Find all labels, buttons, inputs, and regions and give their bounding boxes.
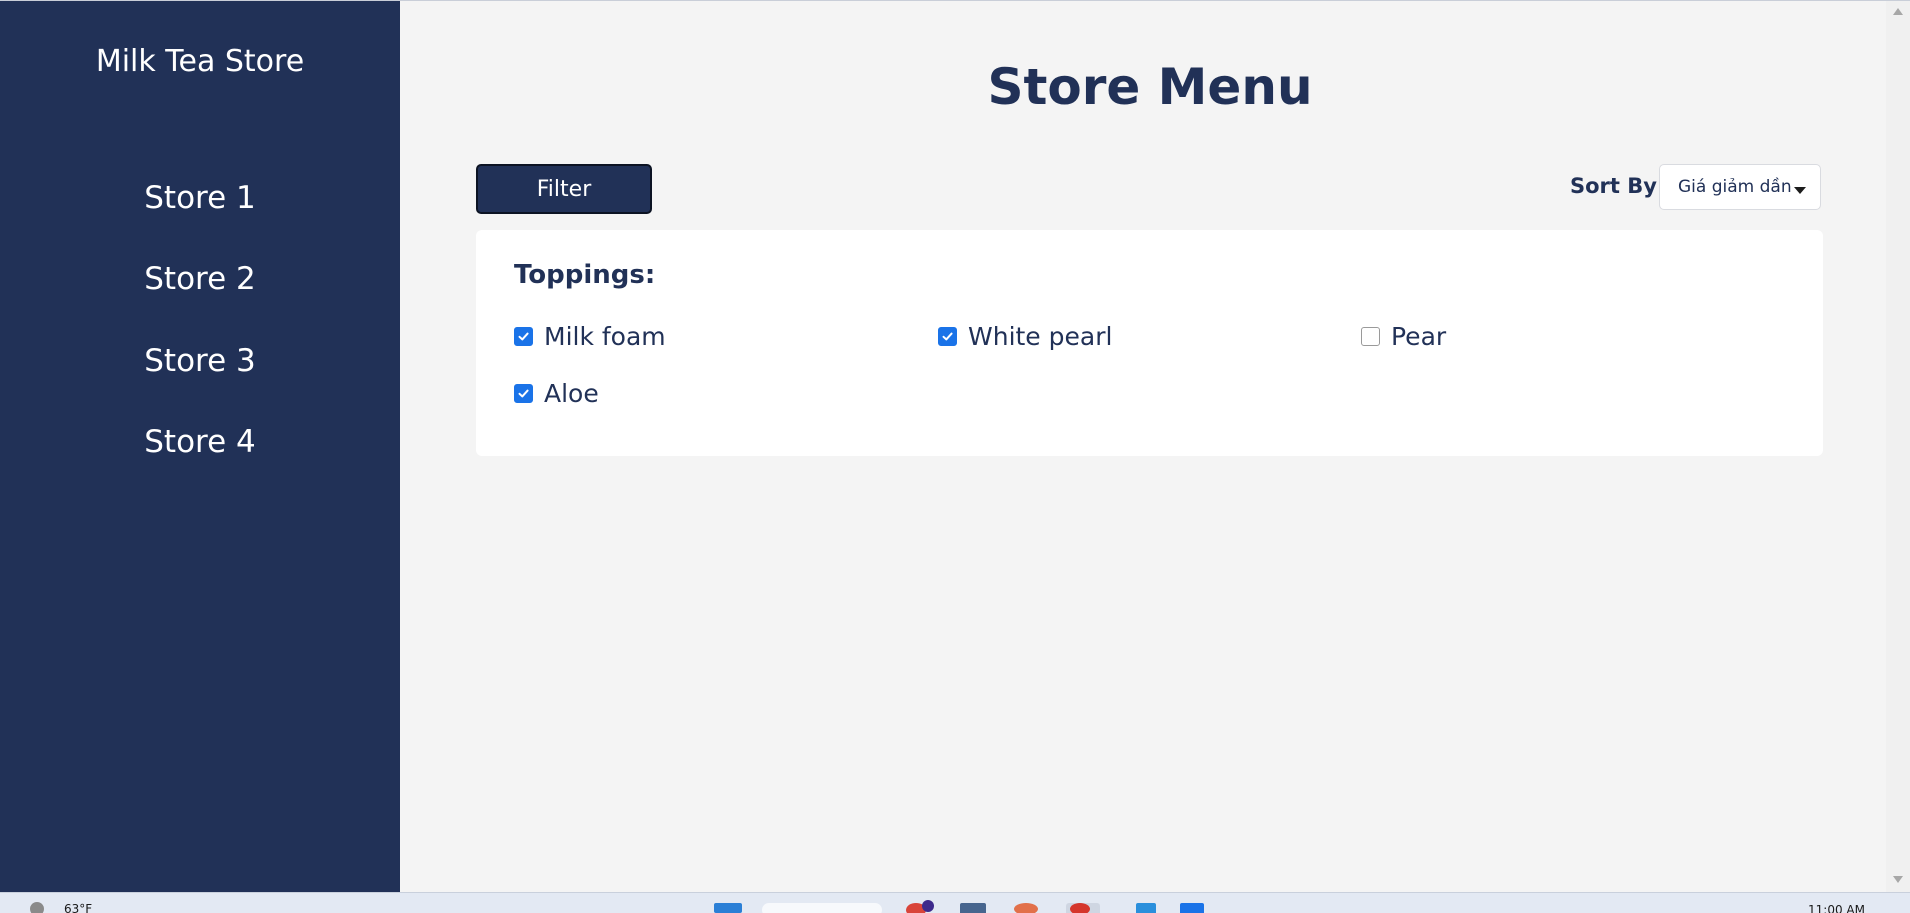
scroll-down-arrow-icon[interactable] [1893,876,1903,883]
checkbox[interactable] [1361,327,1380,346]
filter-button-label: Filter [536,176,592,202]
caret-down-icon [1794,187,1806,194]
window-top-border [0,0,1910,1]
checkbox[interactable] [514,384,533,403]
filter-button[interactable]: Filter [476,164,652,214]
sort-by-label: Sort By [1570,174,1657,198]
vertical-scrollbar[interactable] [1886,0,1910,892]
scroll-up-arrow-icon[interactable] [1893,8,1903,15]
main-content: Store Menu Filter Sort By Giá giảm dần T… [400,0,1886,892]
sort-select[interactable]: Giá giảm dần [1659,164,1821,210]
topping-label: Milk foam [544,322,666,351]
topping-label: White pearl [968,322,1113,351]
page-title: Store Menu [987,58,1313,116]
toppings-heading: Toppings: [514,260,656,290]
sidebar-item-store-1[interactable]: Store 1 [0,180,400,216]
sidebar: Milk Tea Store Store 1 Store 2 Store 3 S… [0,0,400,892]
topping-option-white-pearl[interactable]: White pearl [938,322,1112,351]
sidebar-item-store-4[interactable]: Store 4 [0,424,400,460]
sidebar-item-store-2[interactable]: Store 2 [0,261,400,297]
os-taskbar: 63°F 11:00 AM [0,892,1910,913]
weather-temperature: 63°F [64,902,93,913]
topping-option-pear[interactable]: Pear [1361,322,1446,351]
topping-option-aloe[interactable]: Aloe [514,379,599,408]
weather-icon[interactable] [30,902,44,913]
topping-option-milk-foam[interactable]: Milk foam [514,322,666,351]
sort-select-value: Giá giảm dần [1678,177,1792,197]
topping-label: Aloe [544,379,599,408]
sidebar-item-store-3[interactable]: Store 3 [0,343,400,379]
brand-title: Milk Tea Store [95,44,305,79]
checkbox[interactable] [514,327,533,346]
topping-label: Pear [1391,322,1447,351]
toppings-filter-panel: Toppings: Milk foam White pearl Pear Alo… [476,230,1823,456]
notification-badge-icon [922,900,934,912]
checkbox[interactable] [938,327,957,346]
